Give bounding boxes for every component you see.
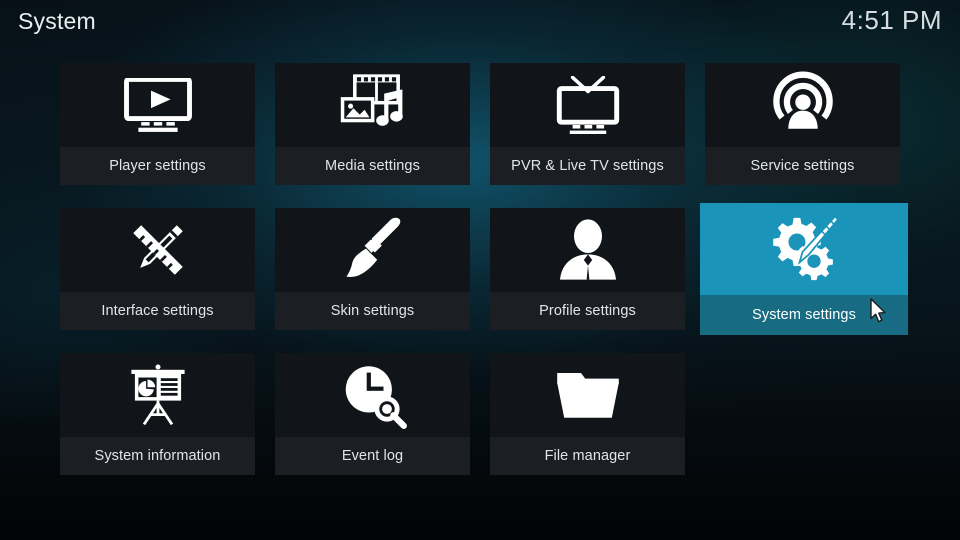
- monitor-play-icon: [60, 63, 255, 147]
- presentation-chart-icon: [60, 353, 255, 437]
- tile-event-log[interactable]: Event log: [275, 353, 470, 475]
- tile-label: Profile settings: [490, 292, 685, 330]
- mouse-pointer-icon: [870, 298, 886, 323]
- tile-media-settings[interactable]: Media settings: [275, 63, 470, 185]
- tile-label: Player settings: [60, 147, 255, 185]
- header-bar: System 4:51 PM: [0, 0, 960, 46]
- page-title: System: [18, 8, 96, 34]
- tile-label: Event log: [275, 437, 470, 475]
- television-antenna-icon: [490, 63, 685, 147]
- tile-interface-settings[interactable]: Interface settings: [60, 208, 255, 330]
- paintbrush-icon: [275, 208, 470, 292]
- settings-row: Player settings Media settings PVR & Liv…: [60, 63, 900, 185]
- tile-label: PVR & Live TV settings: [490, 147, 685, 185]
- gears-screwdriver-icon: [700, 203, 908, 295]
- tile-label: System information: [60, 437, 255, 475]
- tile-file-manager[interactable]: File manager: [490, 353, 685, 475]
- broadcast-person-icon: [705, 63, 900, 147]
- tile-pvr-live-tv-settings[interactable]: PVR & Live TV settings: [490, 63, 685, 185]
- tile-label: Media settings: [275, 147, 470, 185]
- tile-label: Skin settings: [275, 292, 470, 330]
- settings-row: Interface settings Skin settings Profile…: [60, 203, 908, 335]
- tile-label: File manager: [490, 437, 685, 475]
- tile-skin-settings[interactable]: Skin settings: [275, 208, 470, 330]
- tile-service-settings[interactable]: Service settings: [705, 63, 900, 185]
- person-icon: [490, 208, 685, 292]
- clock: 4:51 PM: [841, 5, 942, 35]
- filmstrip-photo-music-icon: [275, 63, 470, 147]
- tile-player-settings[interactable]: Player settings: [60, 63, 255, 185]
- settings-grid: Player settings Media settings PVR & Liv…: [60, 63, 908, 498]
- tile-label: Interface settings: [60, 292, 255, 330]
- pencil-ruler-icon: [60, 208, 255, 292]
- settings-row: System information Event log File manage…: [60, 353, 900, 475]
- folder-icon: [490, 353, 685, 437]
- tile-profile-settings[interactable]: Profile settings: [490, 208, 685, 330]
- tile-system-information[interactable]: System information: [60, 353, 255, 475]
- clock-search-icon: [275, 353, 470, 437]
- kodi-system-screen: System 4:51 PM Player settings Media set…: [0, 0, 960, 540]
- tile-label: Service settings: [705, 147, 900, 185]
